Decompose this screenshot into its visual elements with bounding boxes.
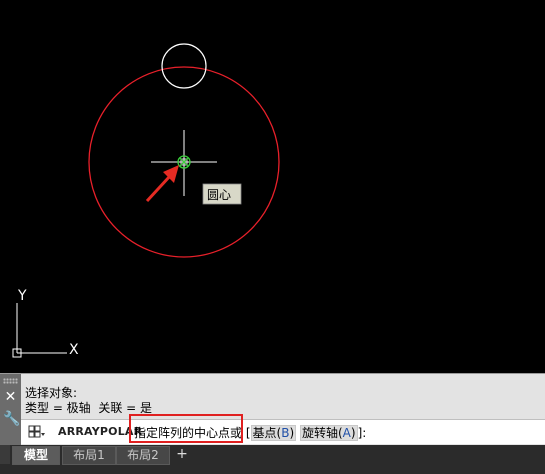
- layout-tab-bar: 模型 布局1 布局2 +: [0, 445, 545, 474]
- panel-grip[interactable]: ✕ 🔧: [0, 374, 21, 446]
- command-line[interactable]: ARRAYPOLAR 指定阵列的中心点或 [基点(B) 旋转轴(A)]:: [21, 419, 545, 444]
- snap-tooltip-label: 圆心: [207, 188, 231, 202]
- wrench-icon[interactable]: 🔧: [3, 412, 20, 427]
- tab-scroll-handle[interactable]: [0, 445, 10, 464]
- snap-tooltip: 圆心: [202, 183, 242, 205]
- option-axis-key: A: [342, 426, 351, 440]
- option-axis-label: 旋转轴: [301, 426, 338, 440]
- history-line: 选择对象:: [25, 386, 78, 400]
- tab-label: 布局1: [73, 448, 105, 462]
- tab-layout1[interactable]: 布局1: [62, 446, 116, 465]
- small-white-circle[interactable]: [161, 43, 207, 89]
- grip-dots[interactable]: [3, 378, 18, 384]
- ucs-x-label: X: [69, 342, 79, 358]
- tab-layout2[interactable]: 布局2: [116, 446, 170, 465]
- option-base-label: 基点: [252, 426, 277, 440]
- command-panel: ✕ 🔧 选择对象: 类型 = 极轴 关联 = 是 ARRAYPOLAR 指定阵列…: [0, 373, 545, 446]
- option-base-point[interactable]: 基点(B): [250, 425, 297, 441]
- drawing-canvas[interactable]: 圆心 Y X: [0, 0, 545, 373]
- tab-model[interactable]: 模型: [12, 446, 60, 465]
- highlight-box: [129, 414, 243, 443]
- ucs-icon: Y X: [12, 288, 79, 358]
- add-layout-button[interactable]: +: [173, 446, 191, 463]
- command-icon[interactable]: [28, 424, 46, 440]
- prompt-end: ]:: [357, 426, 367, 440]
- tab-label: 模型: [23, 448, 48, 462]
- option-rotation-axis[interactable]: 旋转轴(A): [299, 425, 358, 441]
- close-icon[interactable]: ✕: [3, 390, 18, 405]
- tab-label: 布局2: [127, 448, 159, 462]
- command-history: 选择对象: 类型 = 极轴 关联 = 是: [25, 386, 152, 416]
- ucs-y-label: Y: [17, 288, 27, 304]
- red-arrow-annotation: [145, 165, 179, 203]
- option-base-key: B: [281, 426, 290, 440]
